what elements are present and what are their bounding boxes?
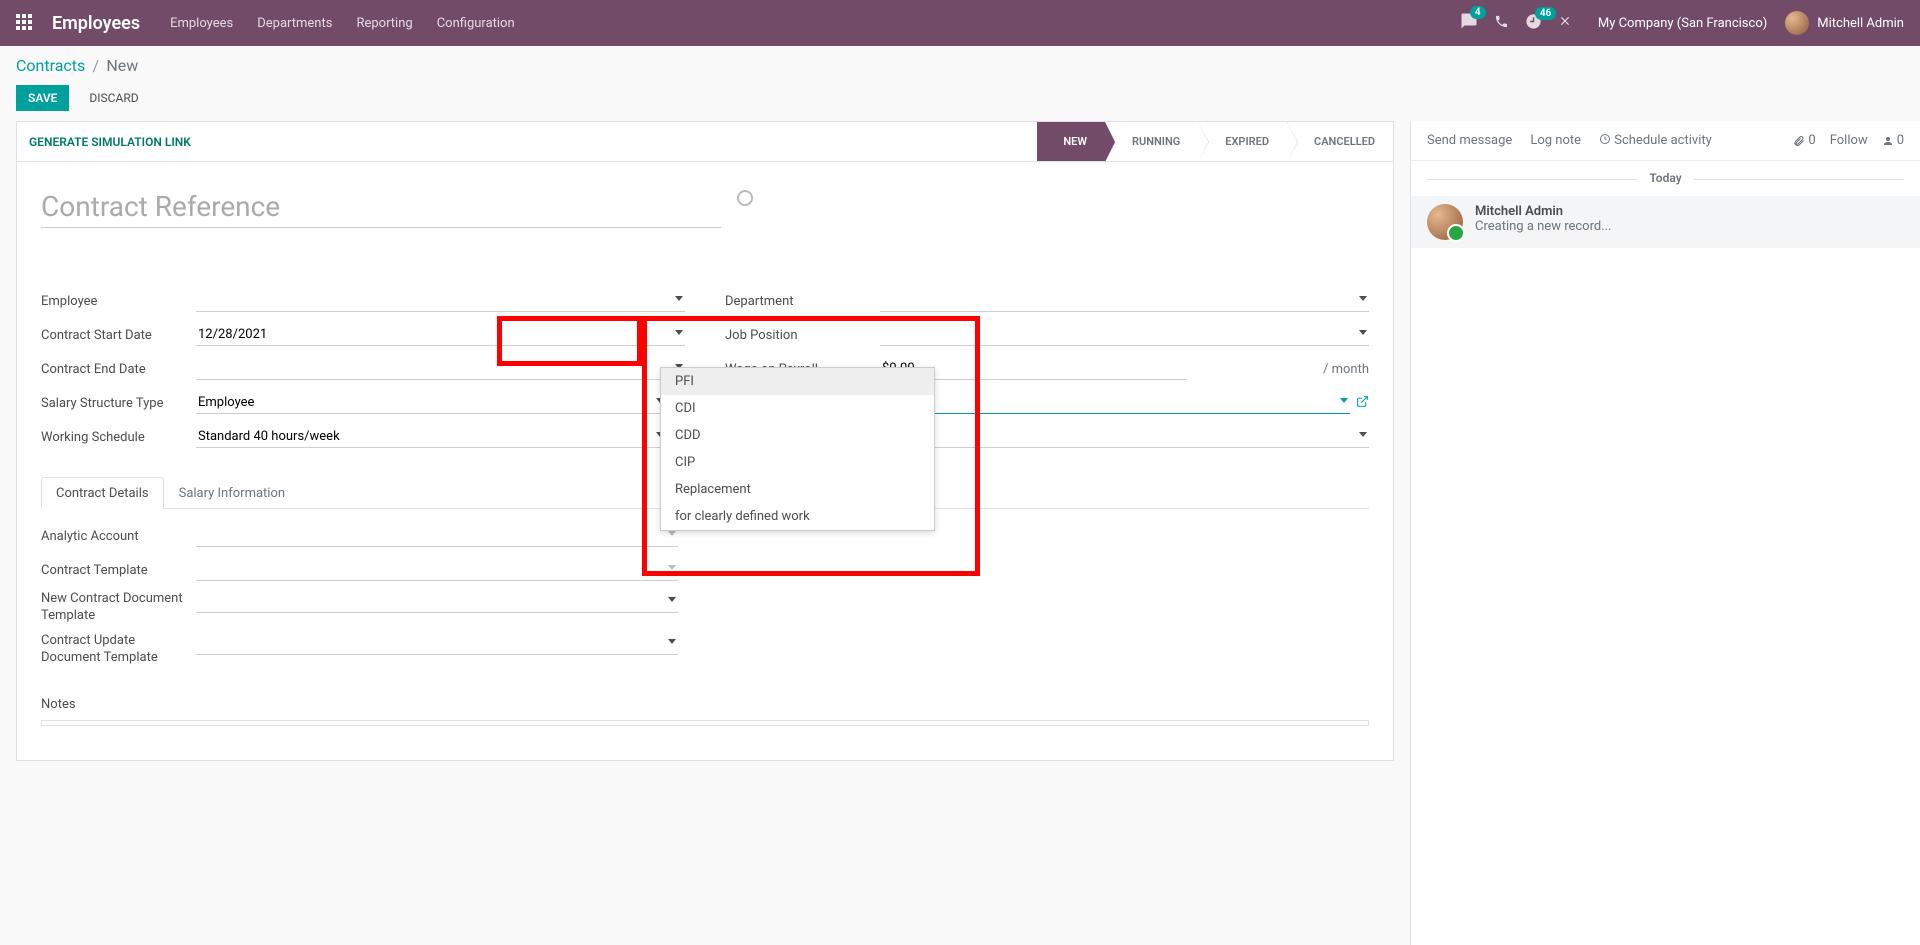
status-new[interactable]: NEW <box>1037 122 1105 161</box>
dropdown-option-cdd[interactable]: CDD <box>661 422 934 449</box>
follow-button[interactable]: Follow <box>1830 133 1868 148</box>
close-tray-icon[interactable] <box>1558 14 1572 32</box>
end-date-label: Contract End Date <box>41 362 196 377</box>
status-cancelled[interactable]: CANCELLED <box>1287 122 1393 161</box>
status-expired[interactable]: EXPIRED <box>1198 122 1287 161</box>
breadcrumb-parent[interactable]: Contracts <box>16 56 85 75</box>
dropdown-option-cip[interactable]: CIP <box>661 449 934 476</box>
message-author: Mitchell Admin <box>1475 204 1612 219</box>
end-date-field[interactable] <box>196 358 685 380</box>
notes-label: Notes <box>41 697 1369 712</box>
notes-field[interactable] <box>41 720 1369 726</box>
dropdown-option-pfi[interactable]: PFI <box>661 368 934 395</box>
message-text: Creating a new record... <box>1475 219 1612 234</box>
nav-employees[interactable]: Employees <box>170 16 233 31</box>
phone-icon[interactable] <box>1494 14 1509 33</box>
follower-count[interactable]: 0 <box>1882 133 1904 148</box>
newdoc-field[interactable] <box>196 591 678 613</box>
wage-suffix: / month <box>1323 362 1369 377</box>
clock-badge: 46 <box>1535 7 1556 20</box>
chat-badge: 4 <box>1470 6 1486 19</box>
department-field[interactable] <box>880 290 1369 312</box>
job-label: Job Position <box>725 328 880 343</box>
status-running[interactable]: RUNNING <box>1105 122 1198 161</box>
template-field[interactable] <box>196 559 678 581</box>
generate-simulation-link[interactable]: GENERATE SIMULATION LINK <box>17 135 203 149</box>
nav-departments[interactable]: Departments <box>257 16 332 31</box>
department-label: Department <box>725 294 880 309</box>
schedule-label: Working Schedule <box>41 430 196 445</box>
contract-reference-input[interactable] <box>41 186 721 228</box>
analytic-field[interactable] <box>196 525 678 547</box>
start-date-field[interactable] <box>196 324 685 346</box>
save-button[interactable]: SAVE <box>16 85 69 111</box>
app-brand: Employees <box>52 13 140 34</box>
analytic-label: Analytic Account <box>41 529 196 544</box>
chat-icon[interactable]: 4 <box>1460 12 1478 34</box>
tab-contract-details[interactable]: Contract Details <box>41 477 164 509</box>
kanban-state-icon[interactable] <box>737 190 753 206</box>
contract-type-field[interactable] <box>880 392 1350 414</box>
breadcrumb: Contracts / New <box>0 46 1920 79</box>
dropdown-option-cdi[interactable]: CDI <box>661 395 934 422</box>
hr-field[interactable] <box>880 426 1369 448</box>
update-label: Contract Update Document Template <box>41 633 196 667</box>
nav-reporting[interactable]: Reporting <box>356 16 412 31</box>
update-field[interactable] <box>196 633 678 655</box>
clock-icon[interactable]: 46 <box>1525 13 1542 34</box>
user-menu[interactable]: Mitchell Admin <box>1785 11 1904 35</box>
external-link-icon[interactable] <box>1356 395 1369 412</box>
contract-type-dropdown: PFI CDI CDD CIP Replacement for clearly … <box>660 367 935 531</box>
avatar-icon <box>1785 11 1809 35</box>
chatter: Send message Log note Schedule activity … <box>1410 121 1920 945</box>
breadcrumb-separator: / <box>93 56 100 75</box>
newdoc-label: New Contract Document Template <box>41 591 196 625</box>
discard-button[interactable]: DISCARD <box>81 85 146 111</box>
template-label: Contract Template <box>41 563 196 578</box>
structure-field[interactable] <box>196 392 666 414</box>
log-note-button[interactable]: Log note <box>1530 133 1581 148</box>
send-message-button[interactable]: Send message <box>1427 133 1512 148</box>
attachment-count[interactable]: 0 <box>1793 133 1815 148</box>
structure-label: Salary Structure Type <box>41 396 196 411</box>
dropdown-option-replacement[interactable]: Replacement <box>661 476 934 503</box>
chatter-date-separator: Today <box>1411 161 1920 196</box>
job-field[interactable] <box>880 324 1369 346</box>
chatter-message: Mitchell Admin Creating a new record... <box>1411 196 1920 248</box>
nav-configuration[interactable]: Configuration <box>437 16 515 31</box>
top-navbar: Employees Employees Departments Reportin… <box>0 0 1920 46</box>
schedule-field[interactable] <box>196 426 666 448</box>
apps-grid-icon[interactable] <box>16 14 34 32</box>
avatar-icon <box>1427 204 1463 240</box>
breadcrumb-current: New <box>106 56 138 75</box>
statusbar: GENERATE SIMULATION LINK NEW RUNNING EXP… <box>16 121 1394 161</box>
action-row: SAVE DISCARD <box>0 79 1920 121</box>
tab-salary-information[interactable]: Salary Information <box>164 477 300 509</box>
start-date-label: Contract Start Date <box>41 328 196 343</box>
dropdown-option-defined-work[interactable]: for clearly defined work <box>661 503 934 530</box>
employee-label: Employee <box>41 294 196 309</box>
company-selector[interactable]: My Company (San Francisco) <box>1598 16 1767 31</box>
schedule-activity-button[interactable]: Schedule activity <box>1599 133 1712 148</box>
employee-field[interactable] <box>196 290 685 312</box>
user-name: Mitchell Admin <box>1817 16 1904 31</box>
